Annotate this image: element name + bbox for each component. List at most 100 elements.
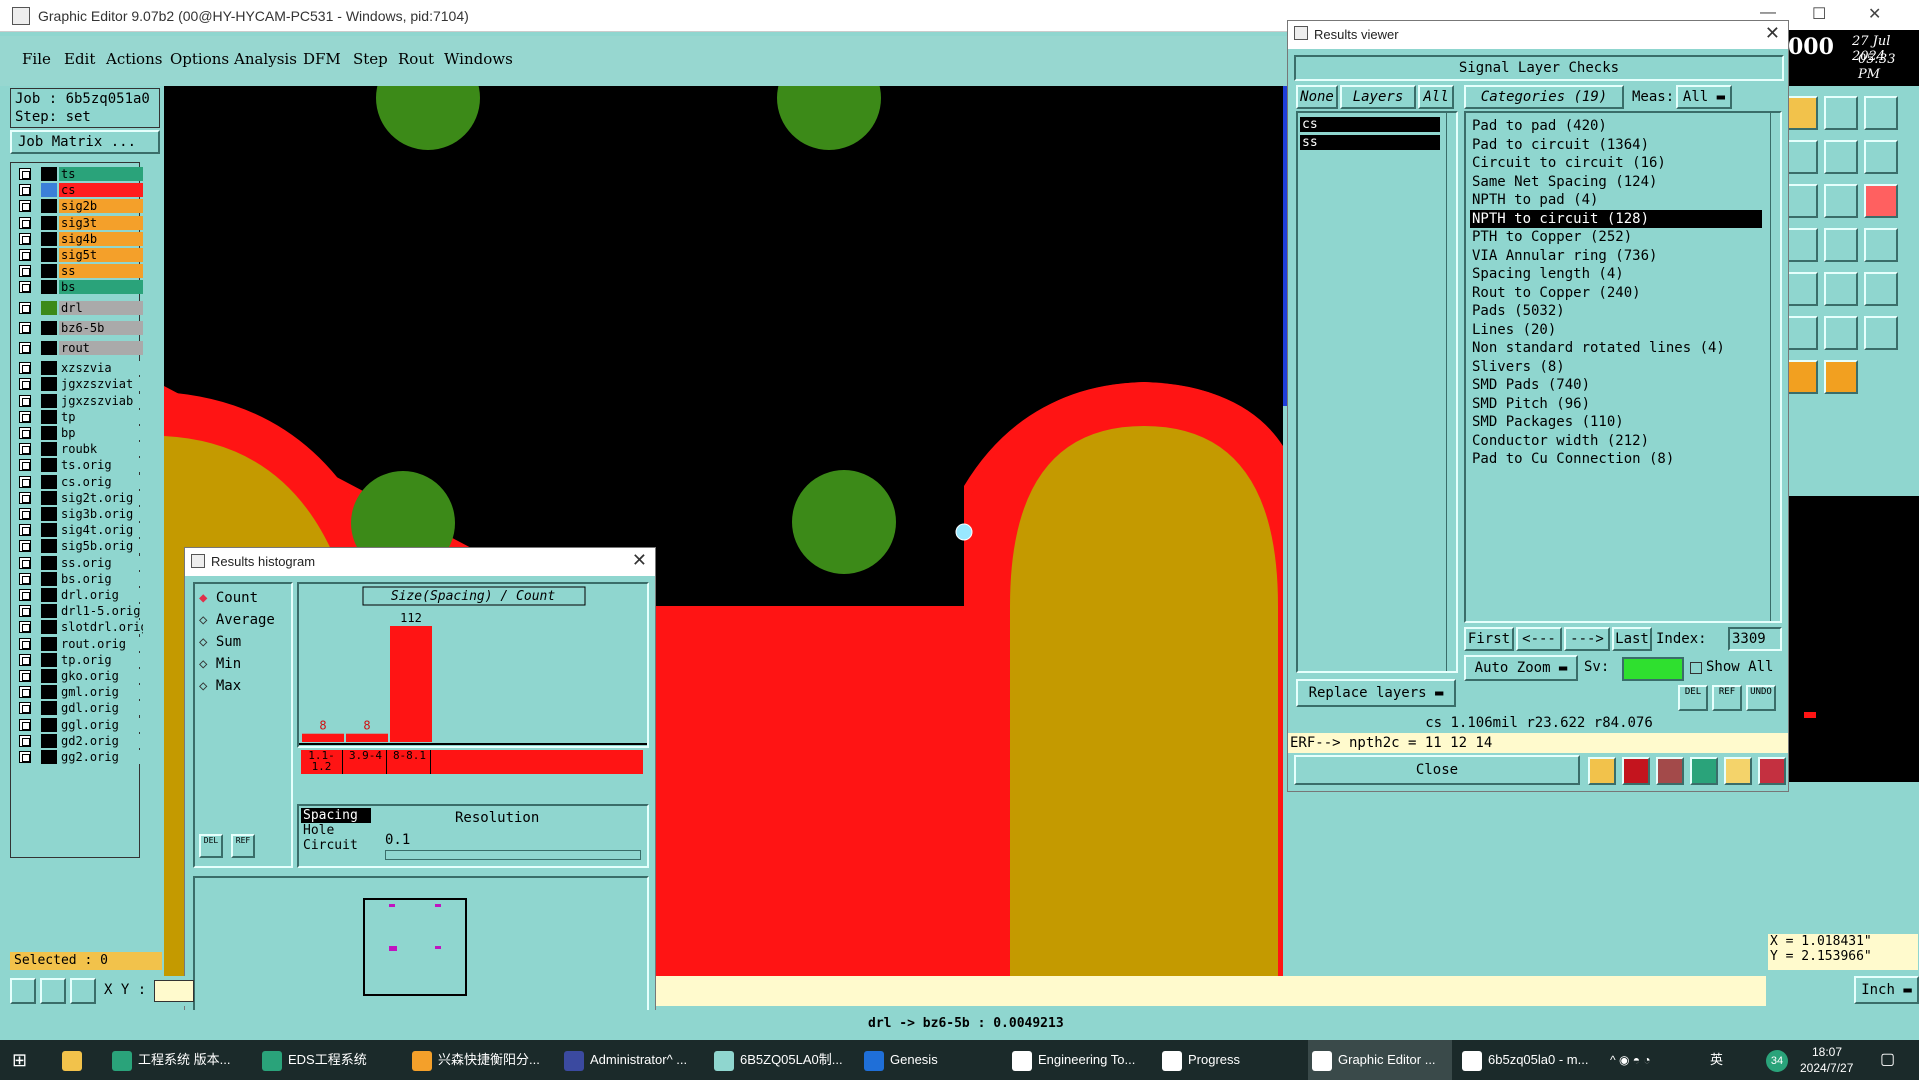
category-item[interactable]: Pad to circuit (1364) <box>1470 136 1762 154</box>
layer-row[interactable]: sig4t.orig <box>15 523 143 538</box>
layer-swatch[interactable] <box>41 442 57 457</box>
layer-swatch[interactable] <box>41 636 57 651</box>
close-button[interactable]: ✕ <box>1868 4 1881 24</box>
import-icon[interactable] <box>1784 96 1818 130</box>
next-button[interactable]: ---> <box>1564 627 1610 651</box>
category-item[interactable]: Slivers (8) <box>1470 358 1762 376</box>
layer-swatch[interactable] <box>41 685 57 700</box>
del-button[interactable]: DEL <box>1678 685 1708 711</box>
metric-item[interactable]: Spacing <box>301 808 371 823</box>
file-explorer-icon[interactable] <box>62 1040 92 1080</box>
error-marker[interactable] <box>955 523 973 541</box>
triangle-icon[interactable] <box>1864 316 1898 350</box>
layer-swatch[interactable] <box>41 750 57 764</box>
histogram-option[interactable]: ◇ Max <box>199 678 241 694</box>
layer-swatch[interactable] <box>41 167 57 181</box>
move-icon[interactable] <box>1824 140 1858 174</box>
histogram-bar[interactable] <box>302 733 344 742</box>
layer-row[interactable]: cs.orig <box>15 474 143 489</box>
layer-row[interactable]: ss <box>15 264 143 279</box>
layer-checkbox[interactable] <box>19 540 31 553</box>
layer-checkbox[interactable] <box>19 670 31 682</box>
arc-icon[interactable] <box>1864 228 1898 262</box>
category-item[interactable]: NPTH to pad (4) <box>1470 191 1762 209</box>
layer-checkbox[interactable] <box>19 572 31 585</box>
layer-swatch[interactable] <box>41 507 57 521</box>
layer-row[interactable]: jgxzszviab <box>15 393 143 408</box>
histogram-bar[interactable] <box>346 733 388 742</box>
layer-swatch[interactable] <box>41 474 57 489</box>
category-item[interactable]: Spacing length (4) <box>1470 265 1762 283</box>
layer-checkbox[interactable] <box>19 556 31 569</box>
histogram-option[interactable]: ◇ Min <box>199 656 241 672</box>
menu-step[interactable]: Step <box>353 50 388 68</box>
shape-icon[interactable] <box>1824 272 1858 306</box>
taskbar-item[interactable]: EDS工程系统 <box>258 1040 402 1080</box>
viewer-layer-item[interactable]: ss <box>1300 135 1440 150</box>
hist-ref-button[interactable]: REF <box>231 834 255 858</box>
layer-row[interactable]: ggl.orig <box>15 717 143 732</box>
pattern-icon[interactable] <box>1864 272 1898 306</box>
layers-button[interactable]: Layers <box>1340 85 1416 109</box>
layer-swatch[interactable] <box>41 377 57 392</box>
arrow-icon[interactable] <box>1784 360 1818 394</box>
taskbar-item[interactable]: Graphic Editor ... <box>1308 1040 1452 1080</box>
taskbar-item[interactable]: 6b5zq05la0 - m... <box>1458 1040 1602 1080</box>
auto-zoom-button[interactable]: Auto Zoom ▬ <box>1464 655 1578 681</box>
layer-row[interactable]: drl1-5.orig <box>15 604 143 619</box>
category-item[interactable]: Circuit to circuit (16) <box>1470 154 1762 172</box>
layer-checkbox[interactable] <box>19 702 31 715</box>
layer-checkbox[interactable] <box>19 475 31 488</box>
layer-swatch[interactable] <box>41 183 57 198</box>
grid-icon[interactable] <box>70 978 96 1004</box>
tray-icons[interactable]: ^ ◉ ◓ ◔ <box>1610 1040 1651 1080</box>
index-input[interactable]: 3309 <box>1728 627 1782 651</box>
layer-row[interactable]: bs <box>15 280 143 295</box>
layer-checkbox[interactable] <box>19 443 31 456</box>
category-item[interactable]: Same Net Spacing (124) <box>1470 173 1762 191</box>
menu-dfm[interactable]: DFM <box>303 50 341 68</box>
layer-checkbox[interactable] <box>19 427 31 439</box>
layer-checkbox[interactable] <box>19 200 31 213</box>
metric-item[interactable]: Circuit <box>301 838 371 853</box>
layer-swatch[interactable] <box>41 571 57 586</box>
layer-swatch[interactable] <box>41 341 57 355</box>
layer-row[interactable]: gg2.orig <box>15 750 143 764</box>
layer-checkbox[interactable] <box>19 362 31 375</box>
layer-swatch[interactable] <box>41 620 57 635</box>
layer-row[interactable]: bp <box>15 426 143 440</box>
layer-checkbox[interactable] <box>19 321 31 334</box>
layer-swatch[interactable] <box>41 264 57 279</box>
step-icon[interactable] <box>1784 140 1818 174</box>
scrollbar[interactable] <box>1770 113 1780 621</box>
histogram-option[interactable]: ◇ Average <box>199 612 275 628</box>
notifications-icon[interactable]: ▢ <box>1880 1040 1910 1080</box>
layer-swatch[interactable] <box>41 320 57 335</box>
show-all-checkbox[interactable] <box>1690 662 1702 674</box>
layer-row[interactable]: tp <box>15 409 143 424</box>
measure-icon[interactable] <box>40 978 66 1004</box>
zoom-icon[interactable] <box>1864 184 1898 218</box>
category-item[interactable]: Pads (5032) <box>1470 302 1762 320</box>
radio-icon[interactable]: ◇ <box>199 656 216 672</box>
categories-button[interactable]: Categories (19) <box>1464 85 1624 109</box>
layer-swatch[interactable] <box>41 669 57 683</box>
taskbar-item[interactable]: Administrator^ ... <box>560 1040 704 1080</box>
layer-checkbox[interactable] <box>19 184 31 197</box>
layer-row[interactable]: jgxzszviat <box>15 377 143 392</box>
pad-icon[interactable] <box>1784 228 1818 262</box>
layer-checkbox[interactable] <box>19 653 31 666</box>
taskbar-item[interactable]: Engineering To... <box>1008 1040 1152 1080</box>
layer-checkbox[interactable] <box>19 491 31 504</box>
layer-row[interactable]: rout <box>15 341 143 355</box>
layer-checkbox[interactable] <box>19 686 31 699</box>
layer-swatch[interactable] <box>41 199 57 214</box>
menu-edit[interactable]: Edit <box>64 50 95 68</box>
ref-button[interactable]: REF <box>1712 685 1742 711</box>
layer-checkbox[interactable] <box>19 216 31 229</box>
layer-swatch[interactable] <box>41 539 57 554</box>
layer-checkbox[interactable] <box>19 718 31 731</box>
layer-swatch[interactable] <box>41 652 57 667</box>
layer-swatch[interactable] <box>41 717 57 732</box>
layer-swatch[interactable] <box>41 409 57 424</box>
